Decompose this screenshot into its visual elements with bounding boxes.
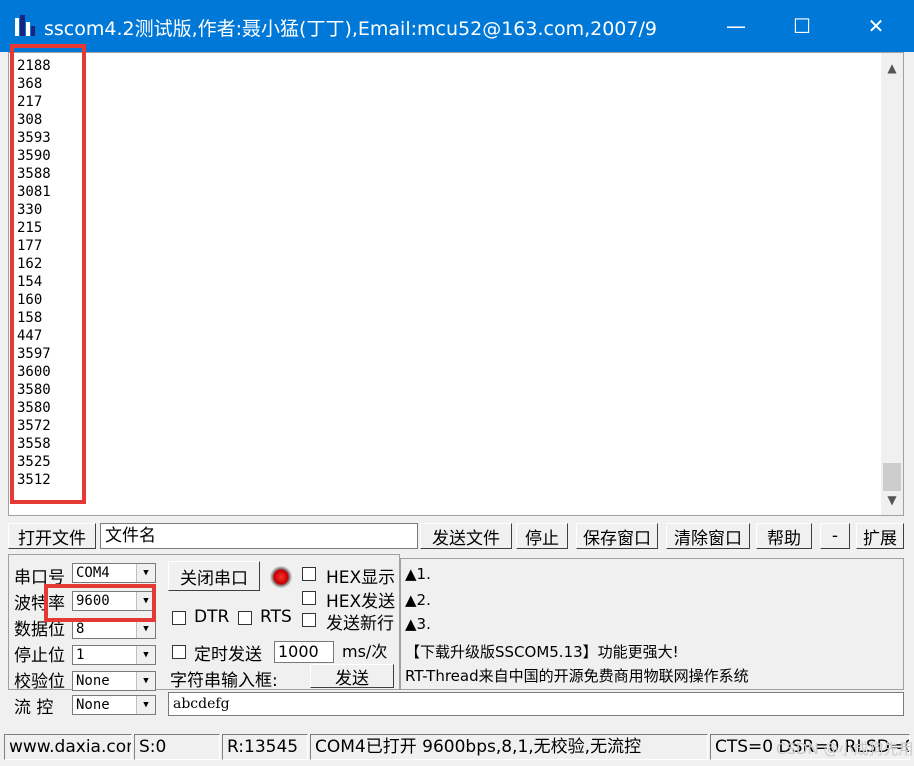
rts-checkbox[interactable] (238, 611, 252, 625)
title-bar: sscom4.2测试版,作者:聂小猛(丁丁),Email:mcu52@163.c… (0, 0, 914, 52)
chevron-down-icon[interactable]: ▼ (136, 564, 155, 582)
window-title: sscom4.2测试版,作者:聂小猛(丁丁),Email:mcu52@163.c… (44, 18, 657, 40)
parity-select-value: None (76, 673, 110, 689)
hex-display-checkbox[interactable] (302, 567, 316, 581)
highlight-box-received-data (10, 44, 86, 504)
file-toolbar: 打开文件 文件名 发送文件 停止 保存窗口 清除窗口 帮助 - 扩展 (8, 522, 904, 550)
send-button[interactable]: 发送 (310, 664, 394, 689)
parity-select[interactable]: None ▼ (72, 671, 156, 691)
filename-field[interactable]: 文件名 (100, 523, 418, 549)
chevron-down-icon[interactable]: ▼ (136, 696, 155, 714)
info-line-2: ▲2. (405, 591, 431, 609)
dtr-checkbox[interactable] (172, 611, 186, 625)
scroll-down-icon[interactable]: ▼ (881, 489, 903, 511)
collapse-button[interactable]: - (820, 523, 850, 549)
vertical-scrollbar[interactable]: ▲ ▼ (881, 53, 903, 515)
send-text-input[interactable]: abcdefg (168, 692, 904, 716)
scroll-up-icon[interactable]: ▲ (881, 57, 903, 79)
parity-label: 校验位 (14, 672, 65, 692)
string-input-label: 字符串输入框: (170, 671, 278, 691)
stopbits-select[interactable]: 1 ▼ (72, 645, 156, 665)
csdn-watermark: CSDN @小成狗先用 (776, 740, 914, 758)
chevron-down-icon[interactable]: ▼ (136, 672, 155, 690)
download-link[interactable]: 【下载升级版SSCOM5.13】功能更强大! (405, 641, 679, 662)
sent-count: S:0 (134, 734, 220, 760)
info-line-3: ▲3. (405, 615, 431, 633)
port-select-value: COM4 (76, 565, 110, 581)
expand-button[interactable]: 扩展 (856, 523, 904, 549)
chevron-down-icon[interactable]: ▼ (136, 646, 155, 664)
stopbits-select-value: 1 (76, 647, 85, 663)
close-button[interactable]: ✕ (846, 0, 906, 52)
app-icon (15, 15, 35, 36)
interval-unit-label: ms/次 (342, 642, 388, 661)
hex-send-checkbox[interactable] (302, 591, 316, 605)
databits-select[interactable]: 8 ▼ (72, 619, 156, 639)
save-window-button[interactable]: 保存窗口 (576, 523, 658, 549)
flow-select-value: None (76, 697, 110, 713)
rt-thread-link[interactable]: RT-Thread来自中国的开源免费商用物联网操作系统 (405, 665, 749, 686)
info-area: ▲1. ▲2. ▲3. 【下载升级版SSCOM5.13】功能更强大! RT-Th… (400, 558, 904, 690)
port-status-led-icon (270, 566, 292, 588)
help-button[interactable]: 帮助 (756, 523, 812, 549)
databits-select-value: 8 (76, 621, 85, 637)
received-count: R:13545 (222, 734, 308, 760)
rts-label: RTS (260, 607, 292, 627)
open-file-button[interactable]: 打开文件 (8, 523, 96, 549)
timed-send-label: 定时发送 (194, 645, 262, 665)
hex-display-label: HEX显示 (326, 568, 396, 588)
timed-send-checkbox[interactable] (172, 645, 186, 659)
receive-area[interactable]: 2188 368 217 308 3593 3590 3588 3081 330 215 177 16… (8, 52, 904, 516)
interval-input[interactable]: 1000 (274, 641, 334, 663)
highlight-box-baud (44, 584, 156, 622)
send-newline-label: 发送新行 (326, 614, 394, 634)
minimize-button[interactable]: — (706, 0, 766, 52)
clear-window-button[interactable]: 清除窗口 (666, 523, 750, 549)
send-file-button[interactable]: 发送文件 (420, 523, 512, 549)
close-port-button[interactable]: 关闭串口 (168, 561, 260, 591)
info-line-1: ▲1. (405, 565, 431, 583)
port-status-text: COM4已打开 9600bps,8,1,无校验,无流控 (310, 734, 708, 760)
flow-label: 流 控 (14, 698, 54, 718)
dtr-label: DTR (194, 607, 230, 627)
website-link[interactable]: www.daxia.com (4, 734, 132, 760)
scroll-thumb[interactable] (883, 463, 901, 491)
chevron-down-icon[interactable]: ▼ (136, 620, 155, 638)
port-select[interactable]: COM4 ▼ (72, 563, 156, 583)
flow-select[interactable]: None ▼ (72, 695, 156, 715)
stopbits-label: 停止位 (14, 646, 65, 666)
maximize-button[interactable]: ☐ (772, 0, 832, 52)
send-newline-checkbox[interactable] (302, 613, 316, 627)
stop-button[interactable]: 停止 (516, 523, 568, 549)
